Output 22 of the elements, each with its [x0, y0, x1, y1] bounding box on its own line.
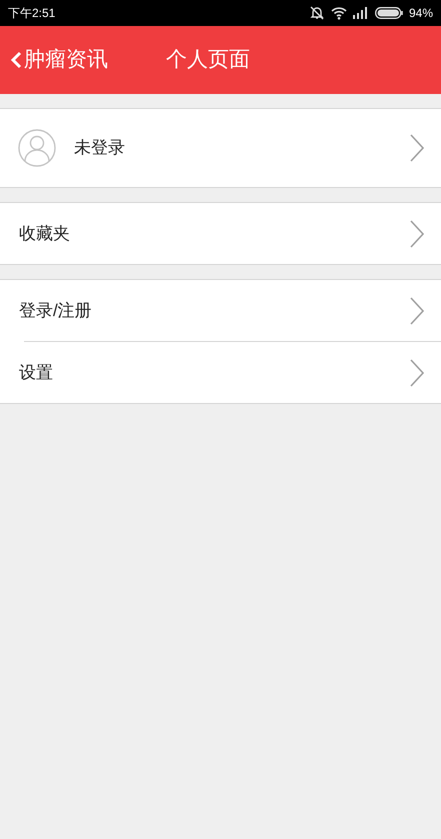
battery-icon [374, 7, 403, 19]
menu-item-label: 收藏夹 [19, 222, 71, 245]
menu-item[interactable]: 收藏夹 [0, 203, 441, 264]
back-icon [10, 51, 22, 69]
chevron-right-icon [409, 133, 425, 163]
back-button[interactable]: 肿瘤资讯 [10, 44, 166, 76]
wifi-icon [330, 6, 347, 20]
chevron-right-icon [409, 218, 425, 248]
menu-item[interactable]: 设置 [0, 342, 441, 403]
signal-icon [352, 7, 369, 19]
menu-item-label: 登录/注册 [19, 300, 93, 322]
menu-item[interactable]: 登录/注册 [0, 280, 441, 341]
page-title: 个人页面 [166, 47, 250, 74]
avatar-icon [18, 129, 56, 167]
login-status: 未登录 [74, 137, 126, 160]
chevron-right-icon [409, 358, 425, 388]
muted-bell-icon [308, 5, 325, 21]
chevron-right-icon [409, 296, 425, 326]
menu-item-label: 设置 [19, 362, 54, 384]
profile-row[interactable]: 未登录 [0, 108, 441, 188]
battery-percent: 94% [408, 5, 433, 22]
status-time: 下午2:51 [8, 5, 56, 22]
